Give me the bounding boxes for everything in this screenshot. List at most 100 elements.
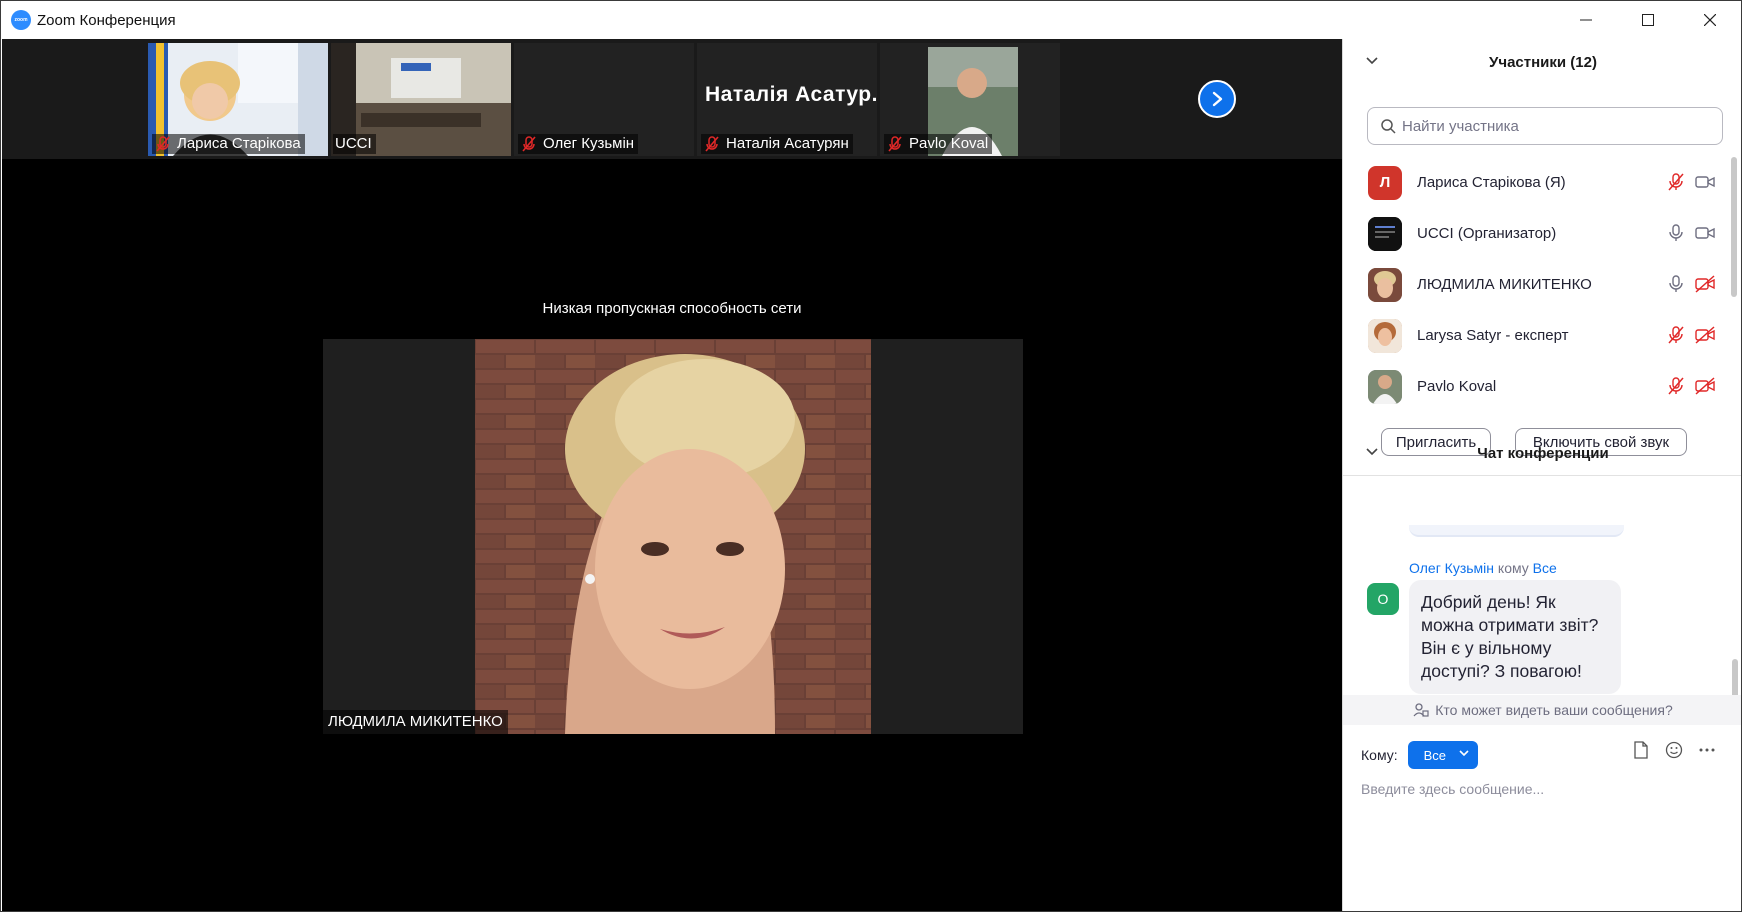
active-speaker-video[interactable]: ЛЮДМИЛА МИКИТЕНКО [323,339,1023,734]
avatar [1368,369,1402,404]
thumbnail-name: UCCI [335,135,372,152]
muted-mic-icon[interactable] [1667,173,1685,191]
to-label: Кому: [1361,747,1398,763]
chevron-right-icon [1212,91,1223,107]
close-button[interactable] [1679,1,1741,39]
muted-mic-icon [888,136,902,152]
right-sidebar: Участники (12) Найти участника Л Лариса … [1342,39,1741,911]
video-off-icon[interactable] [1695,275,1715,293]
avatar: Л [1368,165,1402,200]
participant-status-icons [1667,275,1715,293]
participant-search[interactable]: Найти участника [1367,107,1723,145]
participant-status-icons [1667,224,1715,242]
muted-mic-icon [705,136,719,152]
participants-scrollbar[interactable] [1731,157,1737,297]
muted-mic-icon [522,136,536,152]
thumbnail-name-label: Наталія Асатурян [701,134,853,154]
who-can-see-text: Кто может видеть ваши сообщения? [1435,702,1673,718]
zoom-logo-icon: zoom [11,10,31,30]
participant-name: ЛЮДМИЛА МИКИТЕНКО [1417,276,1592,293]
video-off-icon[interactable] [1695,377,1715,395]
muted-mic-icon[interactable] [1667,377,1685,395]
participants-title: Участники (12) [1489,53,1597,71]
next-page-button[interactable] [1198,80,1236,118]
speaker-video-image [475,339,871,734]
participant-status-icons [1667,326,1715,344]
previous-message-bubble [1409,525,1624,537]
participants-header: Участники (12) [1343,47,1741,77]
muted-mic-icon [156,136,170,152]
minimize-icon [1580,19,1592,21]
thumbnail-tile[interactable]: Лариса Старікова [148,43,328,156]
thumbnail-name: Pavlo Koval [909,135,989,152]
people-lock-icon [1413,703,1429,717]
avatar-photo [1368,369,1402,404]
speaker-portrait [475,339,871,734]
participant-row[interactable]: UCCI (Организатор) [1343,208,1735,259]
avatar: О [1367,583,1399,615]
participant-status-icons [1667,173,1715,191]
more-options-icon[interactable] [1699,747,1715,753]
video-camera-icon[interactable] [1695,224,1715,242]
avatar [1368,318,1402,353]
participant-name: Pavlo Koval [1417,378,1497,395]
recipient-select[interactable]: Все [1407,741,1478,769]
video-camera-icon[interactable] [1695,173,1715,191]
close-icon [1704,14,1716,26]
panel-divider [1343,475,1741,476]
thumbnail-tile[interactable]: Олег Кузьмін [514,43,694,156]
message-bubble: Добрий день! Як можна отримати звіт? Він… [1409,580,1621,694]
avatar [1368,216,1402,251]
muted-mic-icon[interactable] [1667,326,1685,344]
participant-row[interactable]: Л Лариса Старікова (Я) [1343,157,1735,208]
window-title: Zoom Конференция [37,11,176,29]
low-bandwidth-notice: Низкая пропускная способность сети [542,300,802,317]
video-off-icon[interactable] [1695,326,1715,344]
thumbnail-name-label: Pavlo Koval [884,134,993,154]
thumbnail-name-label: Олег Кузьмін [518,134,639,154]
participant-row[interactable]: Pavlo Koval [1343,361,1735,412]
chat-tools [1633,741,1715,759]
emoji-icon[interactable] [1665,741,1683,759]
thumbnail-tile[interactable]: UCCI [331,43,511,156]
participant-list: Л Лариса Старікова (Я) UCCI (Организатор… [1343,157,1735,412]
speaker-name-label: ЛЮДМИЛА МИКИТЕНКО [323,710,508,734]
thumbnail-name: Наталія Асатурян [726,135,849,152]
avatar-photo [1368,318,1402,353]
chat-header: Чат конференции [1343,438,1741,468]
message-recipient[interactable]: Все [1533,560,1557,576]
file-icon[interactable] [1633,741,1649,759]
participant-name: Larysa Satyr - експерт [1417,327,1569,344]
thumbnail-name-label: UCCI [333,134,376,154]
thumbnail-tile[interactable]: Pavlo Koval [880,43,1060,156]
participant-status-icons [1667,377,1715,395]
title-bar: zoom Zoom Конференция [1,1,1741,39]
who-can-see-link[interactable]: Кто может видеть ваши сообщения? [1343,695,1741,725]
maximize-icon [1642,14,1654,26]
chat-title: Чат конференции [1477,444,1609,462]
thumbnail-name: Лариса Старікова [177,135,301,152]
maximize-button[interactable] [1617,1,1679,39]
avatar [1368,267,1402,302]
avatar-photo [1368,267,1402,302]
recipient-value: Все [1423,747,1447,763]
thumbnail-strip: Лариса Старікова UCCI Олег Кузьмін Натал… [2,39,1342,159]
mic-icon[interactable] [1667,275,1685,293]
message-header: Олег Кузьмін кому Все [1409,560,1557,576]
ucci-logo-icon [1368,216,1402,251]
chat-message-input[interactable] [1361,774,1721,804]
chevron-down-icon[interactable] [1365,447,1379,457]
chevron-down-icon[interactable] [1365,56,1379,66]
minimize-button[interactable] [1555,1,1617,39]
chat-messages: Олег Кузьмін кому Все О Добрий день! Як … [1343,525,1741,695]
thumbnail-name: Олег Кузьмін [543,135,635,152]
search-icon [1381,119,1396,134]
participant-row[interactable]: Larysa Satyr - експерт [1343,310,1735,361]
participant-row[interactable]: ЛЮДМИЛА МИКИТЕНКО [1343,259,1735,310]
thumbnail-tile[interactable]: Наталія Асатур... Наталія Асатурян [697,43,877,156]
chevron-down-icon [1459,750,1469,757]
video-area: Лариса Старікова UCCI Олег Кузьмін Натал… [2,39,1342,911]
participant-name: UCCI (Организатор) [1417,225,1557,242]
mic-icon[interactable] [1667,224,1685,242]
message-sender[interactable]: Олег Кузьмін [1409,560,1494,576]
